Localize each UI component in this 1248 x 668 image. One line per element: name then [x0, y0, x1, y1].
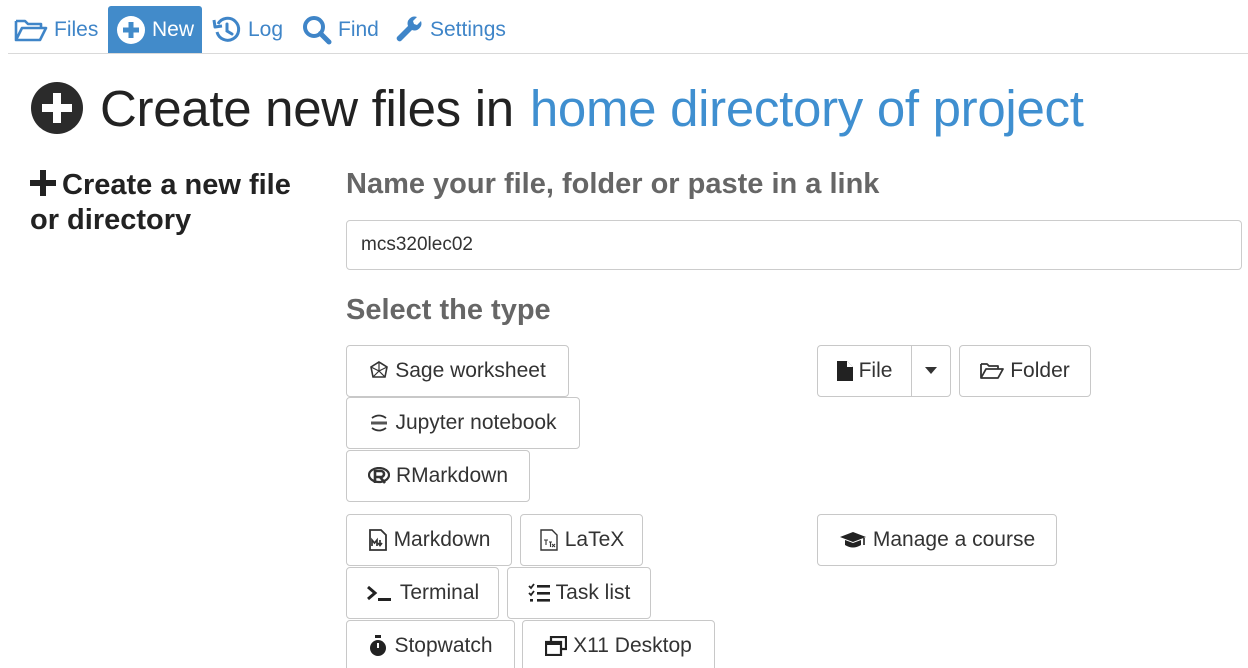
- plus-icon: [30, 170, 56, 196]
- page-title-directory-link[interactable]: home directory of project: [530, 79, 1084, 138]
- sidebar-title: Create a new file or directory: [30, 168, 300, 238]
- file-type-dropdown-toggle[interactable]: [912, 346, 950, 396]
- tab-log-label: Log: [248, 18, 284, 41]
- caret-down-icon: [925, 367, 937, 374]
- tab-find[interactable]: Find: [302, 7, 379, 53]
- tab-new[interactable]: New: [108, 6, 203, 54]
- tab-files[interactable]: Files: [14, 7, 98, 53]
- file-button[interactable]: File: [818, 346, 912, 396]
- sidebar-title-text: Create a new file or directory: [30, 169, 291, 236]
- latex-button[interactable]: LaTeX: [520, 514, 643, 566]
- folder-button[interactable]: Folder: [959, 345, 1091, 397]
- jupyter-notebook-button[interactable]: Jupyter notebook: [346, 397, 580, 449]
- history-icon: [212, 16, 241, 42]
- type-section-label: Select the type: [346, 294, 551, 326]
- top-nav: Files New Log Find Settings: [0, 0, 1248, 54]
- rmarkdown-button[interactable]: RMarkdown: [346, 450, 530, 502]
- jupyter-icon: [371, 414, 388, 432]
- file-icon: [836, 361, 853, 381]
- task-list-button[interactable]: Task list: [507, 567, 651, 619]
- name-section-label: Name your file, folder or paste in a lin…: [346, 168, 880, 200]
- x11-desktop-button[interactable]: X11 Desktop: [522, 620, 715, 668]
- stopwatch-button[interactable]: Stopwatch: [346, 620, 515, 668]
- tab-log[interactable]: Log: [212, 7, 283, 53]
- search-icon: [303, 16, 332, 45]
- folder-open-icon: [980, 363, 1005, 379]
- folder-open-icon: [14, 19, 48, 42]
- rmarkdown-label: RMarkdown: [395, 464, 509, 487]
- tab-find-label: Find: [338, 18, 379, 41]
- plus-circle-icon: [31, 82, 83, 134]
- sage-icon: [370, 361, 389, 378]
- markdown-button[interactable]: Markdown: [346, 514, 512, 566]
- tab-settings-label: Settings: [430, 18, 506, 41]
- task-list-label: Task list: [555, 581, 631, 604]
- manage-course-label: Manage a course: [872, 528, 1036, 551]
- terminal-icon: [366, 585, 391, 601]
- file-split-button: File: [817, 345, 951, 397]
- page-title-prefix: Create new files in: [100, 79, 514, 137]
- tex-file-icon: [540, 529, 558, 551]
- tab-new-label: New: [152, 18, 195, 41]
- graduation-cap-icon: [839, 532, 866, 548]
- filename-input[interactable]: [346, 220, 1242, 270]
- stopwatch-label: Stopwatch: [394, 634, 493, 657]
- folder-button-label: Folder: [1010, 359, 1070, 382]
- tab-settings[interactable]: Settings: [394, 7, 506, 53]
- sage-worksheet-label: Sage worksheet: [395, 359, 546, 382]
- markdown-icon: [368, 529, 387, 551]
- plus-circle-icon: [117, 16, 145, 44]
- jupyter-notebook-label: Jupyter notebook: [395, 411, 557, 434]
- manage-course-button[interactable]: Manage a course: [817, 514, 1057, 566]
- wrench-icon: [396, 16, 422, 42]
- tasks-icon: [528, 583, 550, 602]
- markdown-label: Markdown: [393, 528, 491, 551]
- r-logo-icon: [367, 467, 390, 484]
- x11-desktop-label: X11 Desktop: [573, 634, 692, 657]
- nav-divider: [8, 53, 1248, 54]
- window-restore-icon: [545, 636, 568, 656]
- terminal-label: Terminal: [399, 581, 480, 604]
- terminal-button[interactable]: Terminal: [346, 567, 499, 619]
- page-title: Create new files in home directory of pr…: [30, 76, 1084, 140]
- latex-label: LaTeX: [564, 528, 625, 551]
- tab-files-label: Files: [54, 18, 99, 41]
- stopwatch-icon: [370, 635, 387, 656]
- file-button-label: File: [858, 359, 893, 382]
- sage-worksheet-button[interactable]: Sage worksheet: [346, 345, 569, 397]
